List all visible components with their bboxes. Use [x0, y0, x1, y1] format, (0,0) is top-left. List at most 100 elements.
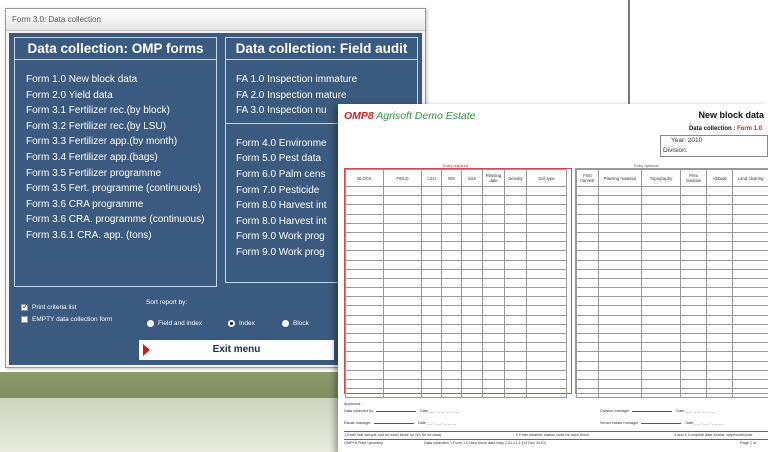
form-3-4-fertilizer-app-bags-item[interactable]: Form 3.4 Fertilizer app.(bags) — [26, 150, 216, 166]
col-header-planting-material: Planting material — [597, 169, 642, 187]
form-3-1-fertilizer-rec-block-item[interactable]: Form 3.1 Fertilizer rec.(by block) — [26, 103, 216, 119]
table-cell — [421, 351, 442, 362]
table-cell — [421, 268, 442, 279]
table-cell — [732, 195, 768, 206]
form-1-0-new-block-data-item[interactable]: Form 1.0 New block data — [26, 72, 216, 88]
table-cell — [732, 369, 768, 380]
fa-2-0-inspection-mature-item[interactable]: FA 2.0 Inspection mature — [236, 88, 417, 104]
footer-rule — [344, 439, 768, 440]
table-cell — [640, 314, 682, 325]
sort-block-radio[interactable]: Block — [282, 320, 309, 327]
omp-forms-panel: Data collection: OMP forms Form 1.0 New … — [14, 37, 217, 287]
table-cell — [504, 222, 527, 233]
table-cell — [680, 351, 708, 362]
table-row — [576, 369, 768, 380]
table-cell — [640, 287, 682, 298]
table-cell — [461, 250, 483, 261]
table-cell — [441, 388, 462, 399]
table-cell — [680, 369, 708, 380]
form-3-5-fert-programme-continuous-item[interactable]: Form 3.5 Fert. programme (continuous) — [26, 181, 216, 197]
table-cell — [345, 241, 384, 252]
table-cell — [482, 222, 505, 233]
table-cell — [504, 287, 527, 298]
table-cell — [383, 351, 422, 362]
table-cell — [526, 204, 567, 215]
table-cell — [526, 323, 567, 335]
table-cell — [461, 277, 483, 289]
table-cell — [706, 332, 734, 344]
print-criteria-option[interactable]: Print criteria list — [21, 301, 112, 313]
table-cell — [576, 378, 599, 390]
form-3-3-fertilizer-app-month-item[interactable]: Form 3.3 Fertilizer app.(by month) — [26, 134, 216, 150]
form-3-6-cra-programme-continuous-item[interactable]: Form 3.6 CRA. programme (continuous) — [26, 212, 216, 228]
table-cell — [461, 296, 483, 307]
exit-menu-button[interactable]: Exit menu — [139, 340, 334, 360]
report-division: Division: — [663, 147, 688, 154]
table-cell — [482, 296, 505, 307]
form-3-5-fertilizer-programme-item[interactable]: Form 3.5 Fertilizer programme — [26, 166, 216, 182]
table-cell — [345, 369, 384, 380]
table-cell — [640, 296, 682, 307]
table-cell — [383, 314, 422, 325]
table-cell — [441, 360, 462, 371]
table-row — [345, 369, 567, 380]
table-row — [345, 388, 567, 399]
table-cell — [461, 369, 483, 380]
print-criteria-label: Print criteria list — [32, 303, 77, 311]
table-cell — [441, 222, 462, 233]
form-2-0-yield-data-item[interactable]: Form 2.0 Yield data — [26, 88, 216, 104]
table-row — [345, 195, 567, 206]
table-cell — [732, 213, 768, 224]
table-cell — [345, 296, 384, 307]
form-3-6-cra-programme-item[interactable]: Form 3.6 CRA programme — [26, 197, 216, 213]
table-cell — [421, 342, 442, 353]
table-cell — [640, 204, 682, 215]
table-cell — [732, 378, 768, 390]
omp-forms-list: Form 1.0 New block data Form 2.0 Yield d… — [15, 60, 216, 244]
form-3-6-1-cra-app-tons-item[interactable]: Form 3.6.1 CRA. app. (tons) — [26, 228, 216, 244]
table-cell — [383, 277, 422, 289]
table-cell — [345, 378, 384, 390]
radio-field-and-index-dot — [147, 320, 154, 327]
table-cell — [526, 314, 567, 325]
table-cell — [345, 195, 384, 206]
table-cell — [640, 213, 682, 224]
table-cell — [421, 378, 442, 390]
table-cell — [640, 378, 682, 390]
table-cell — [461, 231, 483, 243]
form-3-2-fertilizer-rec-lsu-item[interactable]: Form 3.2 Fertilizer rec.(by LSU) — [26, 119, 216, 135]
table-cell — [383, 296, 422, 307]
table-cell — [482, 323, 505, 335]
fa-1-0-inspection-immature-item[interactable]: FA 1.0 Inspection immature — [236, 72, 417, 88]
senior-estate-manager-signature-line: Senior estate manager Date _ _ - _ _ - _… — [600, 421, 724, 425]
table-cell — [706, 185, 734, 197]
sort-field-and-index-radio[interactable]: Field and index — [147, 320, 202, 327]
table-row — [576, 277, 768, 289]
table-cell — [383, 213, 422, 224]
table-cell — [421, 314, 442, 325]
table-cell — [706, 259, 734, 270]
table-cell — [640, 222, 682, 233]
year-division-box: Year: 2010 Division: — [660, 135, 768, 157]
table-cell — [345, 204, 384, 215]
print-criteria-checkbox[interactable] — [21, 302, 29, 311]
table-cell — [482, 351, 505, 362]
empty-form-option[interactable]: EMPTY data collection form — [21, 313, 112, 325]
table-cell — [526, 332, 567, 344]
table-cell — [504, 250, 527, 261]
table-cell — [345, 287, 384, 298]
sort-report-label: Sort report by: — [146, 299, 188, 306]
empty-form-checkbox[interactable] — [21, 315, 28, 323]
table-row — [576, 314, 768, 325]
table-cell — [706, 351, 734, 362]
table-cell — [504, 231, 527, 243]
table-cell — [461, 287, 483, 298]
sort-index-radio[interactable]: Index — [228, 320, 255, 327]
table-cell — [526, 231, 567, 243]
table-cell — [597, 323, 642, 335]
table-row — [576, 351, 768, 362]
table-cell — [421, 213, 442, 224]
table-cell — [680, 259, 708, 270]
table-cell — [345, 323, 384, 335]
table-cell — [732, 277, 768, 289]
